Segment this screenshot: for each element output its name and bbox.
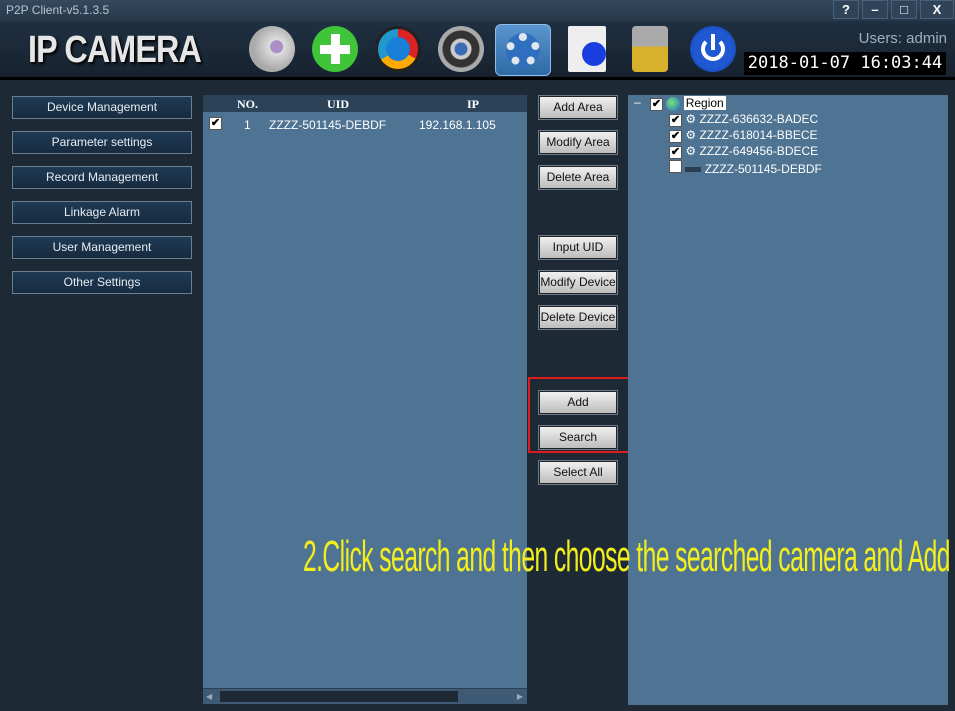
row-uid: ZZZZ-501145-DEBDF [269,118,387,132]
tree-checkbox[interactable]: ✔ [669,114,682,127]
sidebar-item-other-settings[interactable]: Other Settings [12,271,192,294]
logo: IP CAMERA [28,29,202,71]
help-button[interactable]: ? [833,0,859,19]
add-icon[interactable] [312,26,358,72]
tree-expander[interactable]: – [634,95,641,110]
modify-device-button[interactable]: Modify Device [538,270,618,295]
maximize-button[interactable]: □ [891,0,917,19]
column-no[interactable]: NO. [237,97,258,112]
row-checkbox[interactable]: ✔ [209,117,222,130]
camera-icon: ⚙ [685,112,697,126]
region-tree: – ✔ Region ✔ ⚙ ZZZZ-636632-BADEC ✔ ⚙ ZZZ… [628,95,948,705]
modify-area-button[interactable]: Modify Area [538,130,618,155]
add-area-button[interactable]: Add Area [538,95,618,120]
tree-item[interactable]: ✔ ⚙ ZZZZ-618014-BBECE [669,128,818,143]
camera-icon: ⚙ [685,144,697,158]
select-all-button[interactable]: Select All [538,460,618,485]
playback-icon[interactable] [375,26,421,72]
delete-area-button[interactable]: Delete Area [538,165,618,190]
table-row[interactable]: ✔ 1 ZZZZ-501145-DEBDF 192.168.1.105 [203,112,527,134]
tree-label: ZZZZ-649456-BDECE [699,144,819,158]
row-ip: 192.168.1.105 [419,118,496,132]
sidebar-item-user-management[interactable]: User Management [12,236,192,259]
nvr-icon [685,167,702,173]
tree-checkbox[interactable]: ✔ [669,146,682,159]
sidebar-item-parameter-settings[interactable]: Parameter settings [12,131,192,154]
input-uid-button[interactable]: Input UID [538,235,618,260]
sidebar-item-device-management[interactable]: Device Management [12,96,192,119]
tree-label: ZZZZ-501145-DEBDF [704,162,822,176]
tree-item[interactable]: ZZZZ-501145-DEBDF [669,160,822,176]
minimize-button[interactable]: – [862,0,888,19]
tree-label: ZZZZ-618014-BBECE [699,128,818,142]
window-title: P2P Client-v5.1.3.5 [6,3,110,17]
tree-root[interactable]: ✔ Region [650,96,726,111]
device-table: NO. UID IP ✔ 1 ZZZZ-501145-DEBDF 192.168… [203,95,527,704]
row-no: 1 [244,118,251,132]
power-icon[interactable] [690,26,736,72]
instruction-annotation: 2.Click search and then choose the searc… [303,532,950,581]
settings-icon[interactable] [495,24,551,76]
horizontal-scrollbar[interactable]: ◀ ▶ [203,688,527,704]
column-ip[interactable]: IP [467,97,479,112]
column-uid[interactable]: UID [327,97,349,112]
globe-icon [666,96,681,111]
scroll-left-icon[interactable]: ◀ [206,692,212,701]
header: IP CAMERA Users: admin 2018-01-07 16:03:… [0,21,955,80]
table-header: NO. UID IP [203,95,527,112]
lock-icon[interactable] [632,26,668,72]
close-button[interactable]: X [920,0,954,19]
tree-checkbox[interactable]: ✔ [669,130,682,143]
camera-view-icon[interactable] [249,26,295,72]
sidebar-item-record-management[interactable]: Record Management [12,166,192,189]
scroll-right-icon[interactable]: ▶ [517,692,523,701]
log-icon[interactable] [568,26,606,72]
tree-item[interactable]: ✔ ⚙ ZZZZ-649456-BDECE [669,144,818,159]
current-user: Users: admin [858,30,947,47]
sidebar-item-linkage-alarm[interactable]: Linkage Alarm [12,201,192,224]
delete-device-button[interactable]: Delete Device [538,305,618,330]
tree-checkbox[interactable] [669,160,682,173]
tree-label: ZZZZ-636632-BADEC [699,112,819,126]
ptz-icon[interactable] [438,26,484,72]
title-bar: P2P Client-v5.1.3.5 [0,0,955,21]
tree-label: Region [683,96,726,110]
highlight-box [528,377,630,453]
tree-checkbox[interactable]: ✔ [650,98,663,111]
tree-item[interactable]: ✔ ⚙ ZZZZ-636632-BADEC [669,112,818,127]
scroll-thumb[interactable] [220,691,458,702]
camera-icon: ⚙ [685,128,697,142]
datetime-display: 2018-01-07 16:03:44 [744,52,946,75]
